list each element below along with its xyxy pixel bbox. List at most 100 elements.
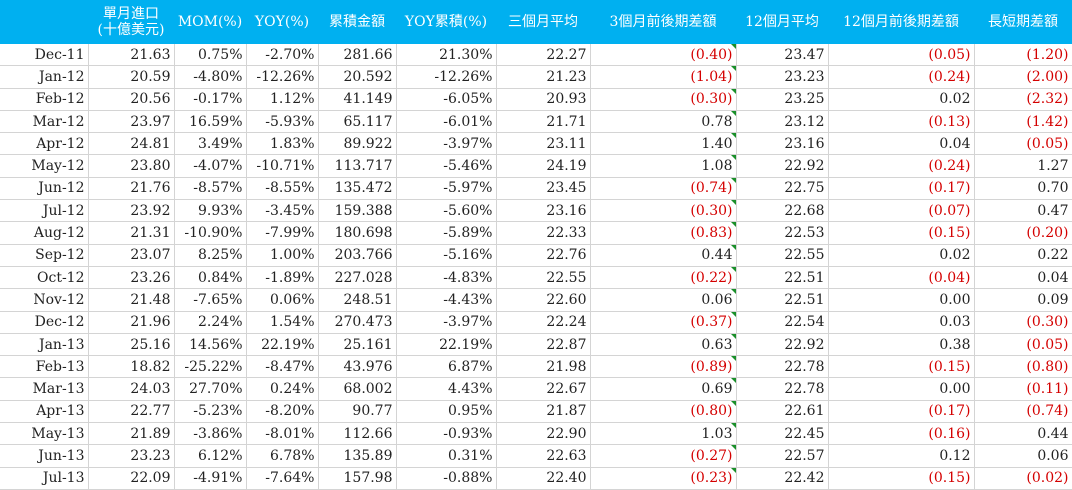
cell-12m-avg[interactable]: 22.54 <box>736 311 829 334</box>
cell-12m-avg[interactable]: 23.16 <box>736 132 829 156</box>
cell-12m-avg[interactable]: 22.61 <box>736 400 829 424</box>
cell-cumulative[interactable]: 227.028 <box>318 266 397 290</box>
cell-12m-avg[interactable]: 22.51 <box>736 288 829 312</box>
cell-3m-diff[interactable]: (0.80) <box>590 400 737 424</box>
cell-yoy-cumulative[interactable]: -3.97% <box>396 132 497 156</box>
cell-mom[interactable]: 3.49% <box>174 132 247 156</box>
cell-3m-avg[interactable]: 22.67 <box>496 377 591 401</box>
cell-mom[interactable]: -10.90% <box>174 221 247 245</box>
cell-mom[interactable]: -4.91% <box>174 467 247 490</box>
cell-3m-avg[interactable]: 22.63 <box>496 444 591 468</box>
cell-yoy[interactable]: -7.64% <box>246 467 319 490</box>
cell-12m-diff[interactable]: (0.24) <box>828 65 975 89</box>
cell-long-short-diff[interactable]: (0.05) <box>974 333 1072 357</box>
cell-mom[interactable]: 27.70% <box>174 377 247 401</box>
cell-3m-avg[interactable]: 20.93 <box>496 88 591 111</box>
cell-12m-diff[interactable]: (0.07) <box>828 199 975 223</box>
cell-yoy[interactable]: 1.54% <box>246 311 319 334</box>
cell-yoy[interactable]: 22.19% <box>246 333 319 357</box>
cell-long-short-diff[interactable]: (2.00) <box>974 65 1072 89</box>
cell-monthly-import[interactable]: 18.82 <box>88 355 175 379</box>
cell-yoy[interactable]: -10.71% <box>246 154 319 178</box>
cell-yoy-cumulative[interactable]: -6.05% <box>396 88 497 111</box>
header-cell-3m-avg[interactable]: 三個月平均 <box>496 0 590 44</box>
cell-12m-diff[interactable]: (0.15) <box>828 221 975 245</box>
cell-3m-diff[interactable]: (0.74) <box>590 177 737 201</box>
cell-yoy-cumulative[interactable]: 22.19% <box>396 333 497 357</box>
cell-12m-diff[interactable]: 0.12 <box>828 444 975 468</box>
cell-long-short-diff[interactable]: 0.09 <box>974 288 1072 312</box>
cell-yoy[interactable]: -12.26% <box>246 65 319 89</box>
cell-cumulative[interactable]: 248.51 <box>318 288 397 312</box>
cell-date[interactable]: Jun-12 <box>0 177 89 201</box>
cell-12m-avg[interactable]: 22.75 <box>736 177 829 201</box>
cell-yoy-cumulative[interactable]: -6.01% <box>396 110 497 134</box>
cell-cumulative[interactable]: 157.98 <box>318 467 397 490</box>
cell-12m-avg[interactable]: 22.45 <box>736 422 829 446</box>
header-cell-monthly-import[interactable]: 單月進口 (十億美元) <box>88 0 174 44</box>
cell-long-short-diff[interactable]: (0.02) <box>974 467 1072 490</box>
cell-3m-diff[interactable]: (0.27) <box>590 444 737 468</box>
cell-date[interactable]: Jul-12 <box>0 199 89 223</box>
header-cell-mom[interactable]: MOM(%) <box>174 0 246 44</box>
cell-mom[interactable]: 8.25% <box>174 244 247 267</box>
cell-date[interactable]: Mar-12 <box>0 110 89 134</box>
cell-12m-avg[interactable]: 23.47 <box>736 44 829 67</box>
cell-monthly-import[interactable]: 24.03 <box>88 377 175 401</box>
cell-yoy-cumulative[interactable]: -0.88% <box>396 467 497 490</box>
cell-3m-diff[interactable]: (1.04) <box>590 65 737 89</box>
cell-yoy[interactable]: -8.20% <box>246 400 319 424</box>
cell-12m-diff[interactable]: (0.15) <box>828 355 975 379</box>
cell-yoy[interactable]: -8.01% <box>246 422 319 446</box>
cell-monthly-import[interactable]: 21.76 <box>88 177 175 201</box>
cell-long-short-diff[interactable]: 0.44 <box>974 422 1072 446</box>
cell-12m-diff[interactable]: 0.38 <box>828 333 975 357</box>
cell-date[interactable]: Jul-13 <box>0 467 89 490</box>
cell-long-short-diff[interactable]: (2.32) <box>974 88 1072 111</box>
cell-3m-diff[interactable]: (0.37) <box>590 311 737 334</box>
cell-3m-diff[interactable]: (0.30) <box>590 199 737 223</box>
cell-12m-diff[interactable]: (0.15) <box>828 467 975 490</box>
cell-3m-avg[interactable]: 22.60 <box>496 288 591 312</box>
cell-mom[interactable]: -0.17% <box>174 88 247 111</box>
cell-yoy-cumulative[interactable]: 4.43% <box>396 377 497 401</box>
cell-long-short-diff[interactable]: (0.30) <box>974 311 1072 334</box>
cell-3m-avg[interactable]: 22.76 <box>496 244 591 267</box>
cell-12m-avg[interactable]: 23.12 <box>736 110 829 134</box>
cell-cumulative[interactable]: 112.66 <box>318 422 397 446</box>
cell-yoy[interactable]: 0.24% <box>246 377 319 401</box>
cell-3m-avg[interactable]: 24.19 <box>496 154 591 178</box>
cell-cumulative[interactable]: 281.66 <box>318 44 397 67</box>
cell-monthly-import[interactable]: 23.97 <box>88 110 175 134</box>
cell-3m-avg[interactable]: 22.90 <box>496 422 591 446</box>
cell-cumulative[interactable]: 180.698 <box>318 221 397 245</box>
cell-long-short-diff[interactable]: (1.42) <box>974 110 1072 134</box>
cell-12m-avg[interactable]: 22.55 <box>736 244 829 267</box>
cell-date[interactable]: Jun-13 <box>0 444 89 468</box>
cell-cumulative[interactable]: 270.473 <box>318 311 397 334</box>
cell-3m-diff[interactable]: 0.06 <box>590 288 737 312</box>
cell-yoy-cumulative[interactable]: 0.95% <box>396 400 497 424</box>
cell-cumulative[interactable]: 159.388 <box>318 199 397 223</box>
cell-yoy-cumulative[interactable]: -5.97% <box>396 177 497 201</box>
cell-mom[interactable]: 9.93% <box>174 199 247 223</box>
cell-long-short-diff[interactable]: 0.47 <box>974 199 1072 223</box>
cell-mom[interactable]: 0.75% <box>174 44 247 67</box>
cell-12m-diff[interactable]: 0.00 <box>828 377 975 401</box>
cell-12m-avg[interactable]: 23.23 <box>736 65 829 89</box>
cell-mom[interactable]: -4.07% <box>174 154 247 178</box>
cell-monthly-import[interactable]: 23.92 <box>88 199 175 223</box>
cell-long-short-diff[interactable]: 1.27 <box>974 154 1072 178</box>
cell-12m-avg[interactable]: 22.78 <box>736 355 829 379</box>
cell-long-short-diff[interactable]: (0.05) <box>974 132 1072 156</box>
cell-yoy-cumulative[interactable]: -5.46% <box>396 154 497 178</box>
cell-3m-avg[interactable]: 22.55 <box>496 266 591 290</box>
cell-date[interactable]: May-13 <box>0 422 89 446</box>
cell-date[interactable]: Aug-12 <box>0 221 89 245</box>
cell-12m-diff[interactable]: (0.05) <box>828 44 975 67</box>
cell-monthly-import[interactable]: 21.48 <box>88 288 175 312</box>
cell-mom[interactable]: 6.12% <box>174 444 247 468</box>
cell-long-short-diff[interactable]: 0.70 <box>974 177 1072 201</box>
cell-12m-avg[interactable]: 22.92 <box>736 154 829 178</box>
cell-yoy[interactable]: -5.93% <box>246 110 319 134</box>
